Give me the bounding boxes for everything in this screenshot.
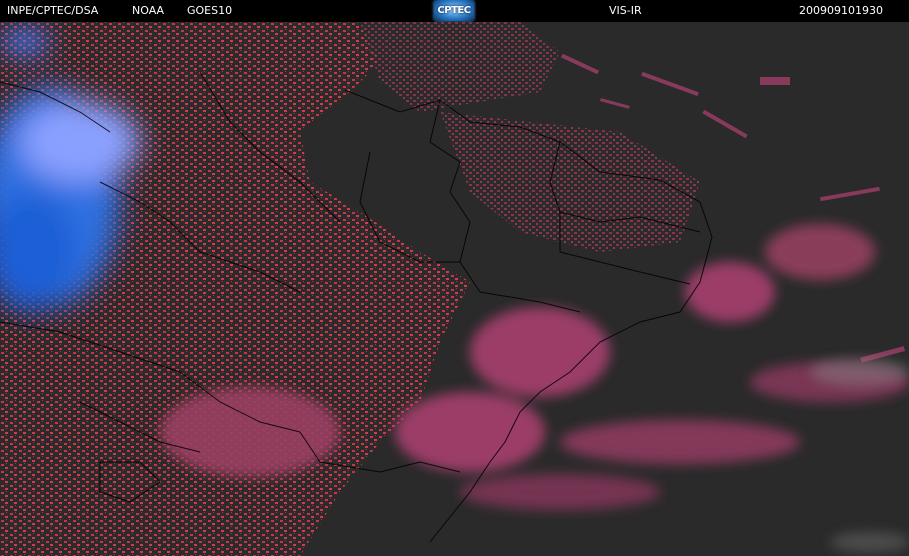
satellite-image: INPE/CPTEC/DSA NOAA GOES10 CPTEC VIS-IR … — [0, 0, 909, 556]
source-label: INPE/CPTEC/DSA — [7, 4, 99, 17]
satellite-label: GOES10 — [187, 4, 233, 17]
cptec-logo-text: CPTEC — [437, 5, 471, 16]
timestamp-label: 200909101930 — [799, 4, 883, 17]
cptec-logo: CPTEC — [434, 0, 474, 21]
agency-label: NOAA — [132, 4, 165, 17]
channel-label: VIS-IR — [609, 4, 642, 17]
image-header-bar: INPE/CPTEC/DSA NOAA GOES10 CPTEC VIS-IR … — [0, 0, 909, 22]
satellite-map — [0, 22, 909, 556]
